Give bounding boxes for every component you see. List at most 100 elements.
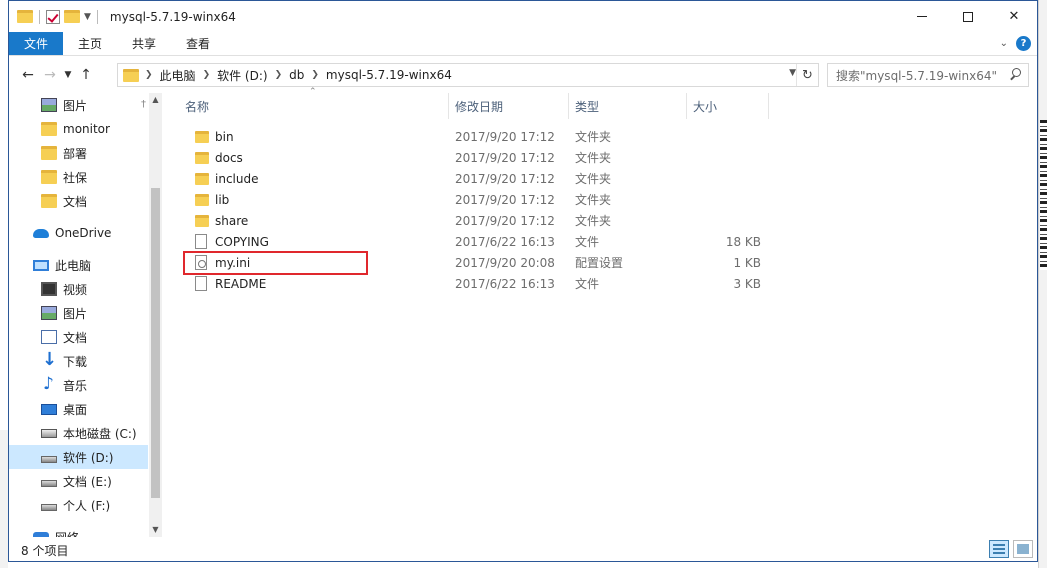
nav-item[interactable]: 文档 (E:) <box>9 469 148 493</box>
chevron-right-icon[interactable]: ❯ <box>311 70 319 80</box>
address-bar[interactable]: ❯ 此电脑 ❯ 软件 (D:) ❯ db ❯ mysql-5.7.19-winx… <box>117 63 819 87</box>
item-count: 8 个项目 <box>21 543 69 558</box>
nav-item[interactable]: 网络 <box>9 525 148 537</box>
nav-item[interactable]: 视频 <box>9 277 148 301</box>
refresh-button[interactable]: ↻ <box>796 64 818 86</box>
nav-item[interactable]: 图片 † <box>9 93 148 117</box>
breadcrumb-drive-d[interactable]: 软件 (D:) <box>217 67 267 84</box>
tab-file[interactable]: 文件 <box>9 32 64 55</box>
chevron-right-icon[interactable]: ❯ <box>145 70 153 80</box>
help-icon[interactable]: ? <box>1016 36 1031 51</box>
search-input[interactable]: 搜索"mysql-5.7.19-winx64" <box>827 63 1029 87</box>
breadcrumb-db[interactable]: db <box>289 68 304 82</box>
chevron-right-icon[interactable]: ❯ <box>203 70 211 80</box>
sort-ascending-icon: ⌃ <box>309 87 317 97</box>
file-name: docs <box>215 150 243 165</box>
nav-item[interactable]: 此电脑 <box>9 253 148 277</box>
file-modified: 2017/6/22 16:13 <box>455 234 555 249</box>
network-icon <box>33 532 49 537</box>
address-history-chevron-icon[interactable]: ▼ <box>789 68 796 78</box>
file-name: include <box>215 171 259 186</box>
nav-item[interactable]: 本地磁盘 (C:) <box>9 421 148 445</box>
nav-item-label: 文档 <box>63 194 88 209</box>
nav-item[interactable]: 软件 (D:) <box>9 445 148 469</box>
recent-locations-button[interactable]: ▼ <box>61 63 75 87</box>
file-row[interactable]: bin 2017/9/20 17:12 文件夹 <box>179 126 779 147</box>
details-view-button[interactable] <box>989 540 1009 558</box>
nav-item-label: 网络 <box>55 529 79 538</box>
nav-item[interactable]: 社保 <box>9 165 148 189</box>
forward-arrow-icon: → <box>44 67 56 83</box>
qr-code-fragment <box>1040 120 1047 270</box>
close-button[interactable]: ✕ <box>991 1 1037 32</box>
chevron-right-icon[interactable]: ❯ <box>275 70 283 80</box>
nav-item[interactable]: OneDrive <box>9 221 148 245</box>
file-row[interactable]: README 2017/6/22 16:13 文件 3 KB <box>179 273 779 294</box>
nav-item[interactable]: 部署 <box>9 141 148 165</box>
large-icons-view-button[interactable] <box>1013 540 1033 558</box>
refresh-icon: ↻ <box>802 67 813 83</box>
tab-view[interactable]: 查看 <box>171 32 225 55</box>
search-icon[interactable] <box>1008 67 1022 81</box>
downloads-icon <box>41 349 57 370</box>
pictures-icon <box>41 98 57 112</box>
maximize-icon <box>963 11 973 22</box>
customize-toolbar-chevron-icon[interactable]: ▼ <box>84 12 91 22</box>
background-window-edge-left <box>0 430 8 568</box>
file-type: 文件夹 <box>575 151 612 165</box>
folder-icon <box>195 130 209 143</box>
column-header-size[interactable]: 大小 <box>687 93 769 119</box>
file-row[interactable]: docs 2017/9/20 17:12 文件夹 <box>179 147 779 168</box>
back-button[interactable]: ← <box>17 63 39 87</box>
tab-home[interactable]: 主页 <box>63 32 117 55</box>
pictures-icon <box>41 306 57 320</box>
breadcrumb-this-pc[interactable]: 此电脑 <box>160 67 196 84</box>
navigation-pane-scrollbar[interactable]: ▲ ▼ <box>149 93 162 537</box>
nav-item[interactable]: 桌面 <box>9 397 148 421</box>
file-type: 文件夹 <box>575 214 612 228</box>
new-folder-icon[interactable] <box>64 10 80 23</box>
breadcrumb-mysql[interactable]: mysql-5.7.19-winx64 <box>326 68 452 82</box>
nav-item[interactable]: 音乐 <box>9 373 148 397</box>
details-view-icon <box>993 544 1005 554</box>
up-button[interactable]: ↑ <box>75 63 97 87</box>
scrollbar-thumb[interactable] <box>151 188 160 498</box>
scroll-down-icon[interactable]: ▼ <box>149 523 162 537</box>
maximize-button[interactable] <box>945 1 991 32</box>
file-row[interactable]: COPYING 2017/6/22 16:13 文件 18 KB <box>179 231 779 252</box>
tab-share[interactable]: 共享 <box>117 32 171 55</box>
nav-item-label: 社保 <box>63 170 88 185</box>
file-name: COPYING <box>215 234 269 249</box>
file-row[interactable]: share 2017/9/20 17:12 文件夹 <box>179 210 779 231</box>
file-name-cell: COPYING <box>195 231 445 252</box>
file-size: 3 KB <box>733 276 761 291</box>
scroll-up-icon[interactable]: ▲ <box>149 93 162 107</box>
file-row[interactable]: lib 2017/9/20 17:12 文件夹 <box>179 189 779 210</box>
drive-icon <box>41 503 57 511</box>
file-row[interactable]: include 2017/9/20 17:12 文件夹 <box>179 168 779 189</box>
column-header-type[interactable]: 类型 <box>569 93 687 119</box>
column-header-modified[interactable]: 修改日期 <box>449 93 569 119</box>
nav-item[interactable]: 图片 <box>9 301 148 325</box>
file-modified: 2017/9/20 17:12 <box>455 150 555 165</box>
column-header-name[interactable]: 名称 ⌃ <box>179 87 449 119</box>
nav-item[interactable]: monitor <box>9 117 148 141</box>
file-modified: 2017/9/20 17:12 <box>455 129 555 144</box>
address-row: ← → ▼ ↑ ❯ 此电脑 ❯ 软件 (D:) ❯ db ❯ mysql-5.7… <box>9 59 1037 91</box>
minimize-icon <box>917 16 927 17</box>
nav-item[interactable]: 个人 (F:) <box>9 493 148 517</box>
nav-item[interactable]: 文档 <box>9 325 148 349</box>
folder-icon <box>195 214 209 227</box>
back-arrow-icon: ← <box>22 67 34 83</box>
navigation-pane: 图片†monitor部署社保文档OneDrive此电脑视频图片文档下载音乐桌面本… <box>9 93 161 537</box>
folder-icon <box>41 122 57 136</box>
forward-button[interactable]: → <box>39 63 61 87</box>
properties-icon[interactable] <box>46 9 60 24</box>
expand-ribbon-chevron-icon[interactable]: ⌄ <box>1000 38 1008 49</box>
nav-item[interactable]: 文档 <box>9 189 148 213</box>
folder-icon <box>195 172 209 185</box>
folder-icon <box>195 193 209 206</box>
nav-item[interactable]: 下载 <box>9 349 148 373</box>
nav-item-label: 视频 <box>63 282 88 297</box>
minimize-button[interactable] <box>899 1 945 32</box>
